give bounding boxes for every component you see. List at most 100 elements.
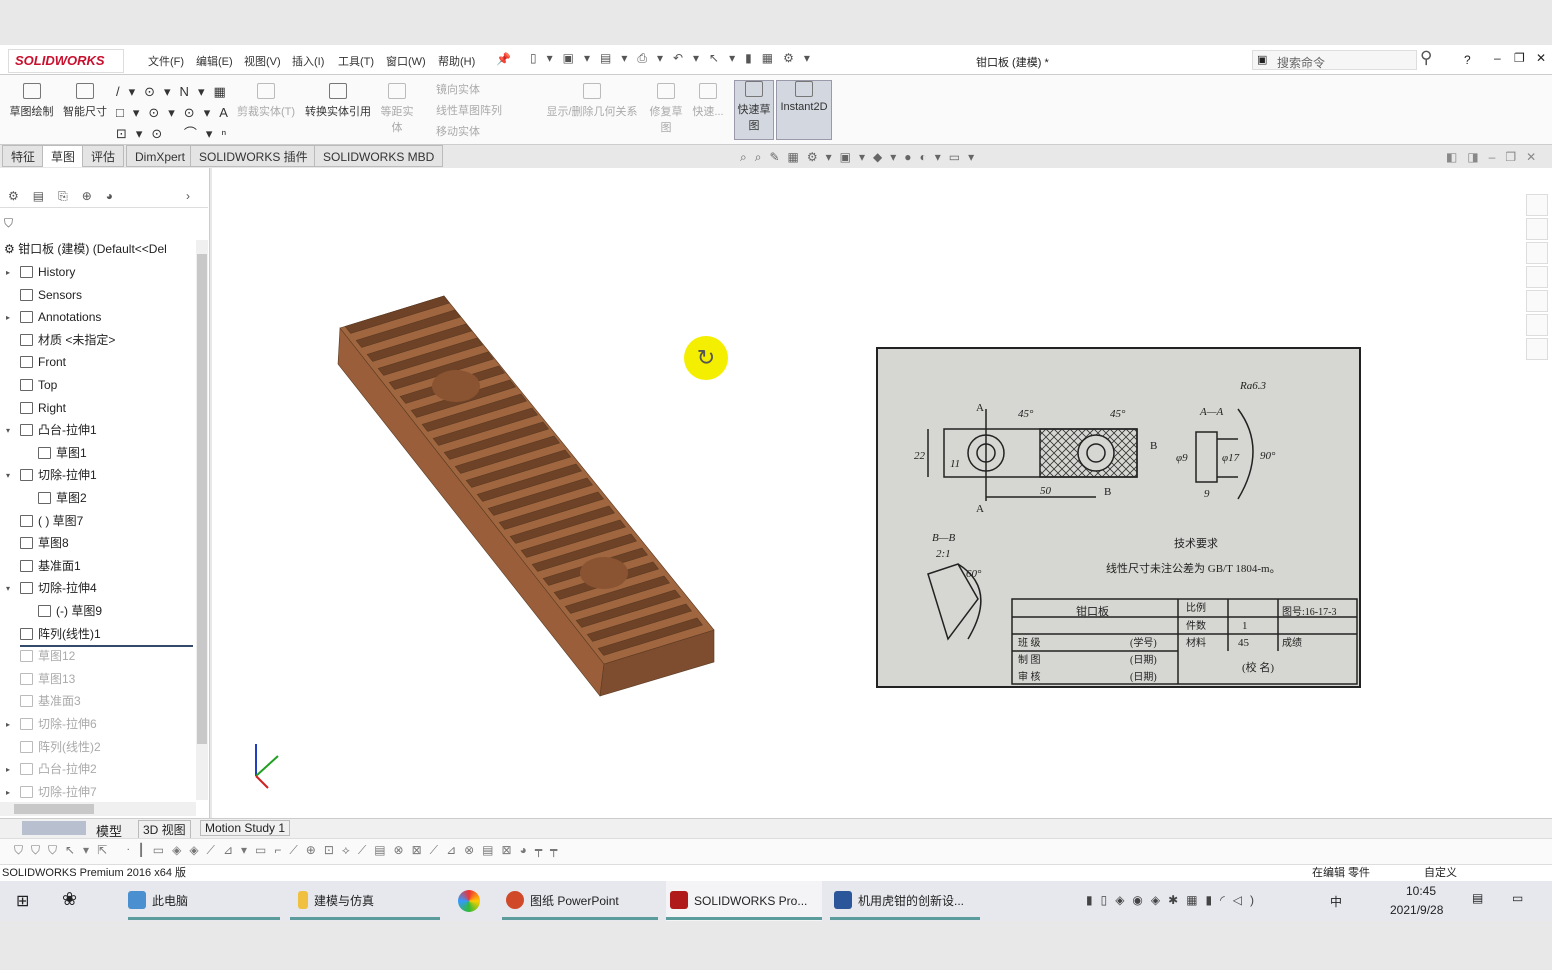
notifications-icon[interactable]: ▭	[1512, 891, 1523, 905]
tab-3d-view[interactable]: 3D 视图	[138, 820, 191, 839]
tab-4[interactable]: SOLIDWORKS 插件	[190, 145, 317, 167]
tree-item[interactable]: 切除-拉伸1	[20, 464, 97, 486]
design-library-icon[interactable]	[1526, 218, 1548, 240]
tab-motion-study[interactable]: Motion Study 1	[200, 820, 291, 836]
tab-1[interactable]: 草图	[42, 145, 85, 167]
expand-toggle[interactable]: ▸	[6, 788, 10, 797]
ribbon-button-6[interactable]: 线性草图阵列	[436, 102, 506, 118]
home-icon[interactable]	[1526, 194, 1548, 216]
ime-indicator[interactable]: 中	[1330, 893, 1342, 910]
heads-up-view-toolbar[interactable]: ⌕⌕✎▦⚙▾▣▾◆▾●◐▾▭▾	[740, 150, 982, 165]
quick-access-toolbar[interactable]: ▯▾▣▾▤▾⎙▾↶▾↖▾▮▦⚙▾	[530, 51, 820, 66]
ribbon-button-5[interactable]: 镜向实体	[436, 81, 506, 97]
ribbon-button-3[interactable]: 转换实体引用	[302, 83, 374, 119]
view-palette-icon[interactable]	[1526, 266, 1548, 288]
ribbon-button-11[interactable]: 快速草图	[734, 80, 774, 140]
ribbon-button-7[interactable]: 移动实体	[436, 123, 506, 139]
help-button[interactable]: ?	[1464, 53, 1471, 67]
tab-0[interactable]: 特征	[2, 145, 45, 167]
ribbon-button-0[interactable]: 草图绘制	[4, 83, 59, 119]
taskbar-item-this-pc[interactable]: 此电脑	[128, 881, 280, 921]
tree-item[interactable]: Right	[20, 397, 66, 419]
tree-item[interactable]: 基准面1	[20, 555, 81, 577]
taskbar-item-folder[interactable]: 建模与仿真	[290, 881, 440, 921]
ribbon-button-1[interactable]: 智能尺寸	[60, 83, 110, 119]
forum-icon[interactable]	[1526, 338, 1548, 360]
tree-item[interactable]: 草图12	[20, 645, 75, 667]
search-command-input[interactable]: ▣ 搜索命令	[1252, 50, 1417, 70]
graphics-area[interactable]: ↻ Ra6.3 A—A 22 11 50 45° 45° φ9 φ17 90° …	[212, 168, 1552, 818]
tree-item[interactable]: 草图1	[38, 442, 87, 464]
tree-item[interactable]: Top	[20, 374, 57, 396]
sketch-entity-tools[interactable]: /▾⊙▾N▾▦ □▾⊙▾⊙▾A ⊡▾⊙ ⌒▾ⁿ	[116, 81, 236, 144]
tree-item[interactable]: History	[20, 261, 75, 283]
menu-window[interactable]: 窗口(W)	[386, 53, 426, 69]
menu-insert[interactable]: 插入(I)	[292, 53, 324, 69]
system-tray-icons[interactable]: ▮▯◈◉◈✱▦▮◜◁)	[1086, 893, 1262, 907]
expand-toggle[interactable]: ▸	[6, 765, 10, 774]
expand-toggle[interactable]: ▾	[6, 426, 10, 435]
tree-horizontal-scrollbar[interactable]	[0, 802, 196, 816]
expand-toggle[interactable]: ▸	[6, 720, 10, 729]
close-button[interactable]: ✕	[1536, 51, 1546, 65]
notes-icon[interactable]: ▤	[1472, 891, 1483, 905]
file-explorer-icon[interactable]	[1526, 242, 1548, 264]
tree-item[interactable]: 阵列(线性)1	[20, 623, 101, 645]
tree-item[interactable]: 切除-拉伸6	[20, 713, 97, 735]
expand-toggle[interactable]: ▸	[6, 313, 10, 322]
expand-toggle[interactable]: ▸	[6, 268, 10, 277]
tree-item[interactable]: 切除-拉伸7	[20, 781, 97, 803]
tree-vertical-scrollbar[interactable]	[196, 240, 208, 800]
ribbon-button-10[interactable]: 快速...	[690, 83, 726, 119]
appearances-icon[interactable]	[1526, 290, 1548, 312]
ribbon-button-9[interactable]: 修复草图	[646, 83, 686, 135]
menu-edit[interactable]: 编辑(E)	[196, 53, 233, 69]
search-icon[interactable]: ⚲	[1420, 48, 1432, 68]
rollback-bar[interactable]	[20, 645, 193, 647]
tree-root[interactable]: ⚙ 钳口板 (建模) (Default<<Del	[0, 238, 196, 260]
custom-properties-icon[interactable]	[1526, 314, 1548, 336]
tab-3[interactable]: DimXpert	[126, 145, 195, 167]
chrome-icon[interactable]	[458, 890, 480, 912]
pin-icon[interactable]: 📌	[496, 52, 511, 66]
tree-item[interactable]: Annotations	[20, 306, 101, 328]
menu-tools[interactable]: 工具(T)	[338, 53, 374, 69]
restore-button[interactable]: ❐	[1514, 51, 1525, 65]
tab-5[interactable]: SOLIDWORKS MBD	[314, 145, 444, 167]
tree-item[interactable]: 切除-拉伸4	[20, 577, 97, 599]
tree-item[interactable]: 凸台-拉伸2	[20, 758, 97, 780]
panel-tabs[interactable]: ⚙▤⎘⊕◕ ›	[0, 184, 208, 208]
menu-file[interactable]: 文件(F)	[148, 53, 184, 69]
taskbar-item-word[interactable]: 机用虎钳的创新设...	[830, 881, 980, 921]
tree-item[interactable]: 草图8	[20, 532, 69, 554]
expand-toggle[interactable]: ▾	[6, 471, 10, 480]
clock-date[interactable]: 2021/9/28	[1390, 903, 1443, 917]
tree-item[interactable]: (-) 草图9	[38, 600, 102, 622]
ribbon-button-8[interactable]: 显示/删除几何关系	[540, 83, 644, 119]
tab-scroll-arrows[interactable]	[22, 821, 86, 835]
expand-toggle[interactable]: ▾	[6, 584, 10, 593]
taskbar-item-powerpoint[interactable]: 图纸 PowerPoint	[502, 881, 658, 921]
tree-item[interactable]: 材质 <未指定>	[20, 329, 115, 351]
tab-2[interactable]: 评估	[82, 145, 125, 167]
filter-icon[interactable]: ⛉	[4, 216, 13, 231]
tree-item[interactable]: Front	[20, 351, 66, 373]
ribbon-button-2[interactable]: 剪裁实体(T)	[234, 83, 298, 119]
viewport-window-controls[interactable]: ◧◨–❐✕	[1446, 150, 1546, 164]
app-icon[interactable]: ❀	[62, 889, 77, 910]
menu-help[interactable]: 帮助(H)	[438, 53, 475, 69]
tree-item[interactable]: Sensors	[20, 284, 82, 306]
tree-item[interactable]: 阵列(线性)2	[20, 736, 101, 758]
clock-time[interactable]: 10:45	[1406, 884, 1436, 898]
tree-item[interactable]: 凸台-拉伸1	[20, 419, 97, 441]
tree-item[interactable]: 草图2	[38, 487, 87, 509]
solidworks-logo[interactable]: SOLIDWORKS	[8, 49, 124, 73]
minimize-button[interactable]: –	[1494, 51, 1501, 65]
tree-item[interactable]: 草图13	[20, 668, 75, 690]
units-dropdown[interactable]: 自定义	[1424, 865, 1457, 882]
ribbon-button-12[interactable]: Instant2D	[776, 80, 832, 140]
windows-start-icon[interactable]: ⊞	[16, 891, 29, 911]
tree-item[interactable]: ( ) 草图7	[20, 510, 83, 532]
tree-item[interactable]: 基准面3	[20, 690, 81, 712]
sketch-toolbar[interactable]: ⛉⛉⛉↖▾⇱ ᐧ┃▭◈◈⟋⊿▾▭⌐⟋⊕⊡⟡⟋▤⊗⊠⟋⊿⊗▤⊠◕┯┯	[0, 838, 1552, 864]
